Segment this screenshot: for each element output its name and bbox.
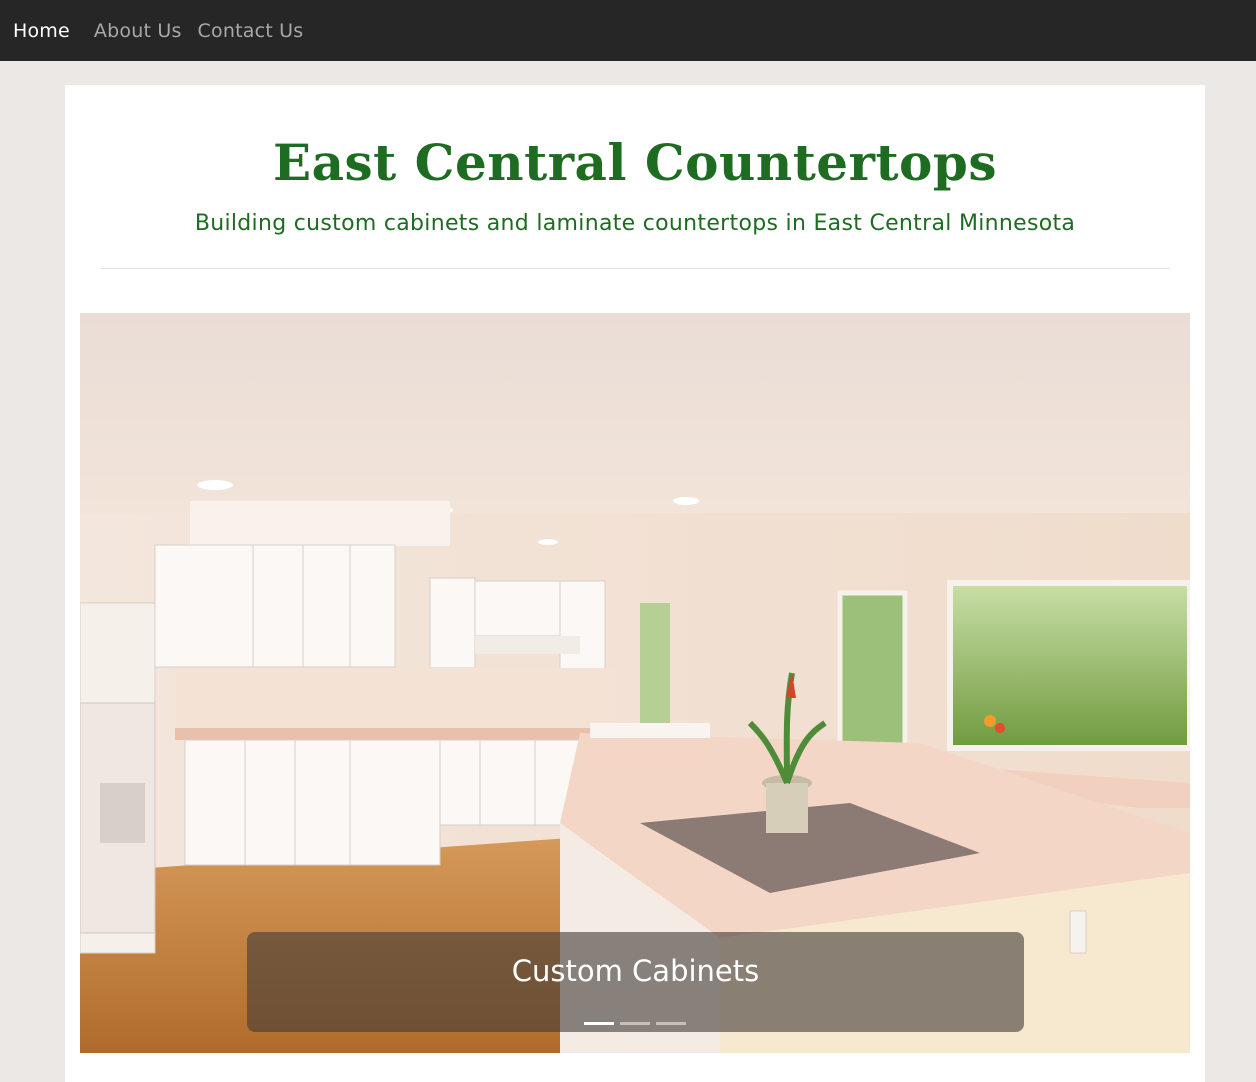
carousel-caption-text: Custom Cabinets [511,954,760,988]
carousel-indicator-3[interactable] [656,1022,686,1025]
nav-about-link[interactable]: About Us [94,20,182,42]
top-navbar: Home About Us Contact Us [0,0,1256,61]
nav-contact-link[interactable]: Contact Us [198,20,304,42]
header-divider [100,268,1170,269]
carousel-caption: Custom Cabinets [247,932,1024,1032]
carousel-indicator-1[interactable] [584,1022,614,1025]
carousel-indicators [584,1022,686,1025]
nav-home-link[interactable]: Home [13,20,70,42]
carousel-indicator-2[interactable] [620,1022,650,1025]
image-carousel[interactable]: Custom Cabinets [80,313,1190,1053]
site-tagline: Building custom cabinets and laminate co… [194,211,1076,236]
site-title: East Central Countertops [272,133,997,192]
main-content: East Central Countertops Building custom… [65,85,1205,1082]
